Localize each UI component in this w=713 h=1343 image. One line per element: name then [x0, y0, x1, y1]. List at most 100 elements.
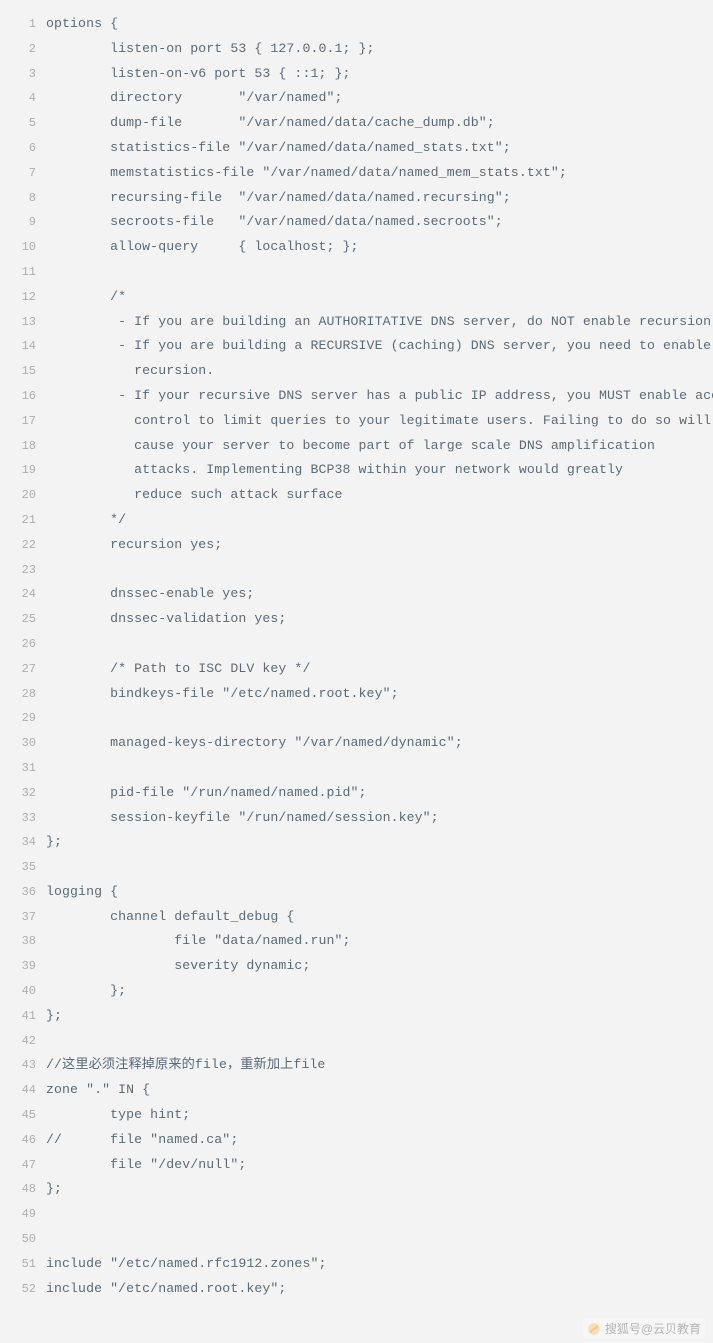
- line-number: 34: [0, 830, 46, 855]
- code-line: 36logging {: [0, 880, 713, 905]
- code-line: 1options {: [0, 12, 713, 37]
- line-number: 14: [0, 334, 46, 359]
- line-number: 45: [0, 1103, 46, 1128]
- line-number: 23: [0, 558, 46, 583]
- code-line: 14 - If you are building a RECURSIVE (ca…: [0, 334, 713, 359]
- code-text: reduce such attack surface: [46, 483, 343, 508]
- line-number: 26: [0, 632, 46, 657]
- line-number: 27: [0, 657, 46, 682]
- code-text: };: [46, 1177, 62, 1202]
- line-number: 13: [0, 310, 46, 335]
- code-text: secroots-file "/var/named/data/named.sec…: [46, 210, 503, 235]
- line-number: 39: [0, 954, 46, 979]
- code-line: 26: [0, 632, 713, 657]
- code-text: /*: [46, 285, 126, 310]
- code-text: managed-keys-directory "/var/named/dynam…: [46, 731, 463, 756]
- code-text: dump-file "/var/named/data/cache_dump.db…: [46, 111, 495, 136]
- code-line: 23: [0, 558, 713, 583]
- line-number: 9: [0, 210, 46, 235]
- code-text: };: [46, 830, 62, 855]
- code-line: 3 listen-on-v6 port 53 { ::1; };: [0, 62, 713, 87]
- code-line: 49: [0, 1202, 713, 1227]
- code-text: };: [46, 1004, 62, 1029]
- code-line: 5 dump-file "/var/named/data/cache_dump.…: [0, 111, 713, 136]
- code-text: include "/etc/named.rfc1912.zones";: [46, 1252, 326, 1277]
- code-text: severity dynamic;: [46, 954, 310, 979]
- line-number: 38: [0, 929, 46, 954]
- code-line: 44zone "." IN {: [0, 1078, 713, 1103]
- code-text: recursion.: [46, 359, 214, 384]
- code-line: 16 - If your recursive DNS server has a …: [0, 384, 713, 409]
- code-text: allow-query { localhost; };: [46, 235, 359, 260]
- line-number: 10: [0, 235, 46, 260]
- code-line: 32 pid-file "/run/named/named.pid";: [0, 781, 713, 806]
- code-line: 4 directory "/var/named";: [0, 86, 713, 111]
- code-text: listen-on-v6 port 53 { ::1; };: [46, 62, 351, 87]
- line-number: 49: [0, 1202, 46, 1227]
- line-number: 3: [0, 62, 46, 87]
- code-line: 34};: [0, 830, 713, 855]
- line-number: 16: [0, 384, 46, 409]
- code-line: 41};: [0, 1004, 713, 1029]
- line-number: 1: [0, 12, 46, 37]
- line-number: 36: [0, 880, 46, 905]
- code-line: 50: [0, 1227, 713, 1252]
- line-number: 48: [0, 1177, 46, 1202]
- code-text: channel default_debug {: [46, 905, 294, 930]
- line-number: 19: [0, 458, 46, 483]
- code-line: 21 */: [0, 508, 713, 533]
- code-line: 8 recursing-file "/var/named/data/named.…: [0, 186, 713, 211]
- code-line: 22 recursion yes;: [0, 533, 713, 558]
- code-line: 13 - If you are building an AUTHORITATIV…: [0, 310, 713, 335]
- line-number: 2: [0, 37, 46, 62]
- code-line: 31: [0, 756, 713, 781]
- code-text: /* Path to ISC DLV key */: [46, 657, 310, 682]
- line-number: 29: [0, 706, 46, 731]
- line-number: 42: [0, 1029, 46, 1054]
- code-line: 7 memstatistics-file "/var/named/data/na…: [0, 161, 713, 186]
- line-number: 52: [0, 1277, 46, 1302]
- line-number: 15: [0, 359, 46, 384]
- code-line: 12 /*: [0, 285, 713, 310]
- code-text: include "/etc/named.root.key";: [46, 1277, 286, 1302]
- code-line: 37 channel default_debug {: [0, 905, 713, 930]
- code-text: //这里必须注释掉原来的file，重新加上file: [46, 1053, 325, 1078]
- code-text: dnssec-enable yes;: [46, 582, 254, 607]
- code-line: 35: [0, 855, 713, 880]
- line-number: 47: [0, 1153, 46, 1178]
- line-number: 5: [0, 111, 46, 136]
- line-number: 37: [0, 905, 46, 930]
- watermark-text: 搜狐号@云贝教育: [605, 1320, 701, 1337]
- line-number: 8: [0, 186, 46, 211]
- line-number: 43: [0, 1053, 46, 1078]
- code-line: 28 bindkeys-file "/etc/named.root.key";: [0, 682, 713, 707]
- line-number: 40: [0, 979, 46, 1004]
- code-line: 25 dnssec-validation yes;: [0, 607, 713, 632]
- line-number: 12: [0, 285, 46, 310]
- code-line: 18 cause your server to become part of l…: [0, 434, 713, 459]
- code-text: listen-on port 53 { 127.0.0.1; };: [46, 37, 375, 62]
- code-line: 40 };: [0, 979, 713, 1004]
- line-number: 11: [0, 260, 46, 285]
- code-text: - If you are building an AUTHORITATIVE D…: [46, 310, 713, 335]
- code-line: 29: [0, 706, 713, 731]
- code-text: - If your recursive DNS server has a pub…: [46, 384, 713, 409]
- line-number: 22: [0, 533, 46, 558]
- code-line: 2 listen-on port 53 { 127.0.0.1; };: [0, 37, 713, 62]
- line-number: 35: [0, 855, 46, 880]
- code-block: 1options {2 listen-on port 53 { 127.0.0.…: [0, 0, 713, 1301]
- code-line: 15 recursion.: [0, 359, 713, 384]
- line-number: 28: [0, 682, 46, 707]
- code-line: 24 dnssec-enable yes;: [0, 582, 713, 607]
- line-number: 4: [0, 86, 46, 111]
- code-line: 17 control to limit queries to your legi…: [0, 409, 713, 434]
- code-line: 10 allow-query { localhost; };: [0, 235, 713, 260]
- code-text: // file "named.ca";: [46, 1128, 238, 1153]
- line-number: 33: [0, 806, 46, 831]
- code-text: */: [46, 508, 126, 533]
- code-text: recursion yes;: [46, 533, 222, 558]
- line-number: 32: [0, 781, 46, 806]
- code-text: memstatistics-file "/var/named/data/name…: [46, 161, 567, 186]
- line-number: 6: [0, 136, 46, 161]
- line-number: 51: [0, 1252, 46, 1277]
